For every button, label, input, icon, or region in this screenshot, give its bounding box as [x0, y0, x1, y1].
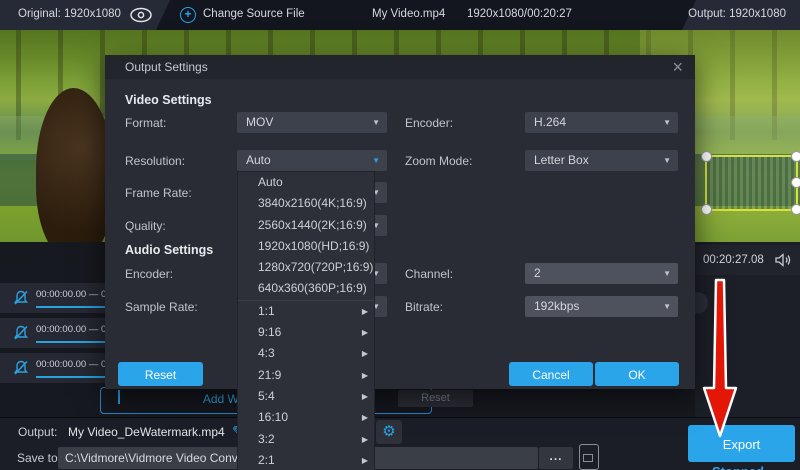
channel-select[interactable]: 2▼ [525, 263, 678, 284]
chevron-down-icon: ▼ [372, 150, 380, 171]
menu-item-ratio[interactable]: 5:4▶ [238, 386, 374, 407]
dialog-title: Output Settings [125, 60, 208, 74]
format-label: Format: [125, 116, 166, 130]
submenu-arrow-icon: ▶ [362, 429, 368, 450]
quality-label: Quality: [125, 219, 166, 233]
resolution-label: Resolution: [125, 154, 185, 168]
zoom-mode-label: Zoom Mode: [405, 154, 472, 168]
selection-handle[interactable] [701, 151, 712, 162]
selection-handle[interactable] [791, 204, 800, 215]
channel-label: Channel: [405, 267, 453, 281]
audio-encoder-label: Encoder: [125, 267, 173, 281]
submenu-arrow-icon: ▶ [362, 450, 368, 470]
watermark-button-divider [118, 390, 120, 404]
menu-item[interactable]: 1920x1080(HD;16:9) [238, 236, 374, 257]
submenu-arrow-icon: ▶ [362, 343, 368, 364]
app-window: Original: 1920x1080 + Change Source File… [0, 0, 800, 470]
add-source-icon[interactable]: + [180, 7, 196, 23]
annotation-arrow-icon [697, 278, 743, 440]
dialog-header: Output Settings × [105, 55, 695, 79]
track-timestamp: 00:00:00.00 — 0 [36, 289, 106, 300]
output-resolution-label: Output: 1920x1080 [688, 8, 786, 20]
mute-icon[interactable] [13, 290, 29, 306]
track-timestamp: 00:00:00.00 — 0 [36, 324, 106, 335]
track-timestamp: 00:00:00.00 — 0 [36, 359, 106, 370]
menu-item-ratio[interactable]: 4:3▶ [238, 343, 374, 364]
menu-item[interactable]: 2560x1440(2K;16:9) [238, 215, 374, 236]
chevron-down-icon: ▼ [663, 263, 671, 284]
save-to-label: Save to: [17, 451, 61, 465]
audio-settings-heading: Audio Settings [125, 243, 213, 257]
track-progress-line[interactable] [36, 341, 105, 343]
audio-track-row[interactable]: 00:00:00.00 — 0 [0, 283, 105, 313]
speaker-icon[interactable] [775, 253, 792, 267]
status-text: Stopped [712, 464, 764, 470]
ok-button[interactable]: OK [595, 362, 679, 386]
encoder-select[interactable]: H.264▼ [525, 112, 678, 133]
bitrate-label: Bitrate: [405, 300, 443, 314]
close-icon[interactable]: × [672, 55, 683, 79]
top-bar: Original: 1920x1080 + Change Source File… [0, 0, 800, 30]
watermark-reset-button[interactable]: Reset [398, 390, 473, 407]
browse-button[interactable]: ... [539, 447, 573, 469]
menu-item[interactable]: 1280x720(720P;16:9) [238, 257, 374, 278]
menu-item-ratio[interactable]: 16:10▶ [238, 407, 374, 428]
reset-button[interactable]: Reset [118, 362, 203, 386]
preview-compare-eye-icon[interactable] [130, 7, 152, 26]
zoom-mode-select[interactable]: Letter Box▼ [525, 150, 678, 171]
track-progress-line[interactable] [36, 306, 105, 308]
menu-item[interactable]: Auto [238, 172, 374, 193]
chevron-down-icon: ▼ [663, 112, 671, 133]
encoder-label: Encoder: [405, 116, 453, 130]
cancel-button[interactable]: Cancel [509, 362, 593, 386]
frame-rate-label: Frame Rate: [125, 186, 192, 200]
submenu-arrow-icon: ▶ [362, 322, 368, 343]
menu-item-ratio[interactable]: 3:2▶ [238, 429, 374, 450]
selection-handle[interactable] [701, 204, 712, 215]
submenu-arrow-icon: ▶ [362, 301, 368, 322]
watermark-selection-box[interactable] [705, 155, 798, 211]
chevron-down-icon: ▼ [663, 296, 671, 317]
file-info-label: 1920x1080/00:20:27 [467, 8, 572, 20]
current-time-box: 00:20:27.08 [695, 245, 800, 275]
original-resolution-label: Original: 1920x1080 [18, 8, 121, 20]
output-label: Output: [18, 425, 57, 439]
menu-item[interactable]: 3840x2160(4K;16:9) [238, 193, 374, 214]
sample-rate-label: Sample Rate: [125, 300, 198, 314]
selection-handle[interactable] [791, 177, 800, 188]
audio-track-row[interactable]: 00:00:00.00 — 0 [0, 318, 105, 348]
mute-icon[interactable] [13, 360, 29, 376]
mute-icon[interactable] [13, 325, 29, 341]
bottom-bar: Output: My Video_DeWatermark.mp4 ✎ Ou ⚙ … [0, 417, 800, 470]
current-time-label: 00:20:27.08 [703, 254, 764, 266]
track-progress-line[interactable] [36, 376, 105, 378]
menu-item[interactable]: 640x360(360P;16:9) [238, 278, 374, 299]
audio-track-row[interactable]: 00:00:00.00 — 0 [0, 353, 105, 383]
menu-item-ratio[interactable]: 9:16▶ [238, 322, 374, 343]
resolution-select[interactable]: Auto▼ [237, 150, 387, 171]
submenu-arrow-icon: ▶ [362, 407, 368, 428]
format-select[interactable]: MOV▼ [237, 112, 387, 133]
submenu-arrow-icon: ▶ [362, 365, 368, 386]
menu-item-ratio[interactable]: 2:1▶ [238, 450, 374, 470]
selection-handle[interactable] [791, 151, 800, 162]
gear-icon[interactable]: ⚙ [376, 420, 402, 444]
chevron-down-icon: ▼ [663, 150, 671, 171]
output-settings-dialog: Output Settings × Video Settings Format:… [105, 55, 695, 389]
output-file-name: My Video_DeWatermark.mp4 [68, 425, 225, 439]
bitrate-select[interactable]: 192kbps▼ [525, 296, 678, 317]
menu-item-ratio[interactable]: 1:1▶ [238, 301, 374, 322]
menu-item-ratio[interactable]: 21:9▶ [238, 365, 374, 386]
change-source-button[interactable]: Change Source File [203, 8, 305, 20]
device-icon[interactable] [579, 444, 599, 470]
current-file-name: My Video.mp4 [372, 8, 445, 20]
submenu-arrow-icon: ▶ [362, 386, 368, 407]
chevron-down-icon: ▼ [372, 112, 380, 133]
video-settings-heading: Video Settings [125, 93, 212, 107]
resolution-dropdown-menu: Auto 3840x2160(4K;16:9) 2560x1440(2K;16:… [237, 171, 375, 470]
